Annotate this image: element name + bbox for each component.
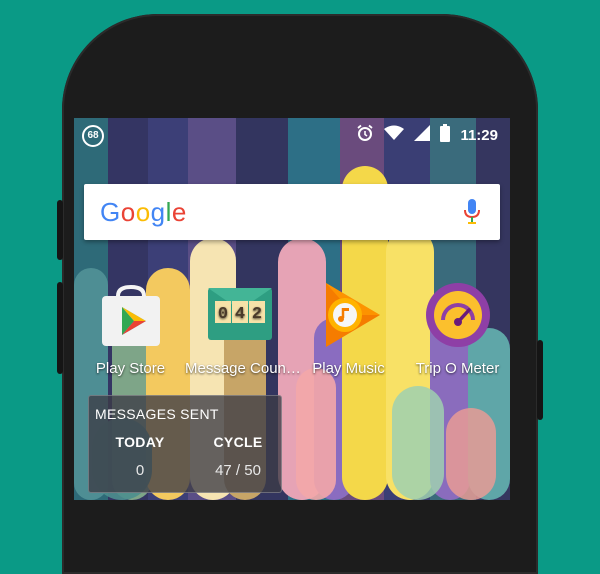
app-message-counter[interactable]: 0 4 2 Message Coun…: [185, 280, 301, 377]
app-play-music[interactable]: Play Music: [294, 280, 403, 377]
power-button: [57, 282, 63, 374]
google-logo-letter: G: [100, 197, 121, 227]
today-label: TODAY: [115, 434, 165, 450]
trip-o-meter-icon: [423, 280, 493, 350]
home-screen: 68 11:29 Google Play Store 0 4 2 Message…: [74, 118, 510, 500]
app-label: Play Music: [312, 360, 385, 377]
mic-icon[interactable]: [462, 198, 482, 231]
google-logo-letter: e: [171, 197, 187, 227]
google-search-bar[interactable]: Google: [84, 184, 500, 240]
signal-icon: [414, 125, 431, 145]
counter-digit: 4: [234, 305, 244, 324]
app-label: Play Store: [95, 360, 166, 377]
app-trip-o-meter[interactable]: Trip O Meter: [403, 280, 510, 377]
google-logo: Google: [100, 197, 187, 228]
clock: 11:29: [460, 126, 498, 144]
cycle-value: 47 / 50: [215, 462, 261, 479]
notification-count-badge: 68: [82, 125, 104, 147]
wifi-icon: [384, 125, 405, 145]
app-label: Trip O Meter: [415, 360, 500, 377]
google-logo-letter: o: [135, 197, 151, 227]
message-counter-icon: 0 4 2: [205, 280, 275, 350]
messages-sent-widget[interactable]: MESSAGES SENT TODAY 0 CYCLE 47 / 50: [88, 395, 282, 493]
volume-button: [57, 200, 63, 260]
play-music-icon: [314, 280, 384, 350]
google-logo-letter: o: [120, 197, 136, 227]
google-logo-letter: g: [150, 197, 166, 227]
app-play-store[interactable]: Play Store: [76, 280, 185, 377]
cycle-label: CYCLE: [213, 434, 263, 450]
battery-icon: [440, 124, 451, 146]
counter-digit: 2: [251, 305, 261, 324]
side-button-right: [537, 340, 543, 420]
widget-title: MESSAGES SENT: [95, 406, 219, 422]
counter-digit: 0: [217, 305, 227, 324]
today-value: 0: [135, 462, 145, 479]
status-bar: 68 11:29: [74, 118, 510, 150]
alarm-icon: [356, 124, 374, 146]
app-label: Message Coun…: [185, 360, 301, 377]
play-store-icon: [96, 280, 166, 350]
